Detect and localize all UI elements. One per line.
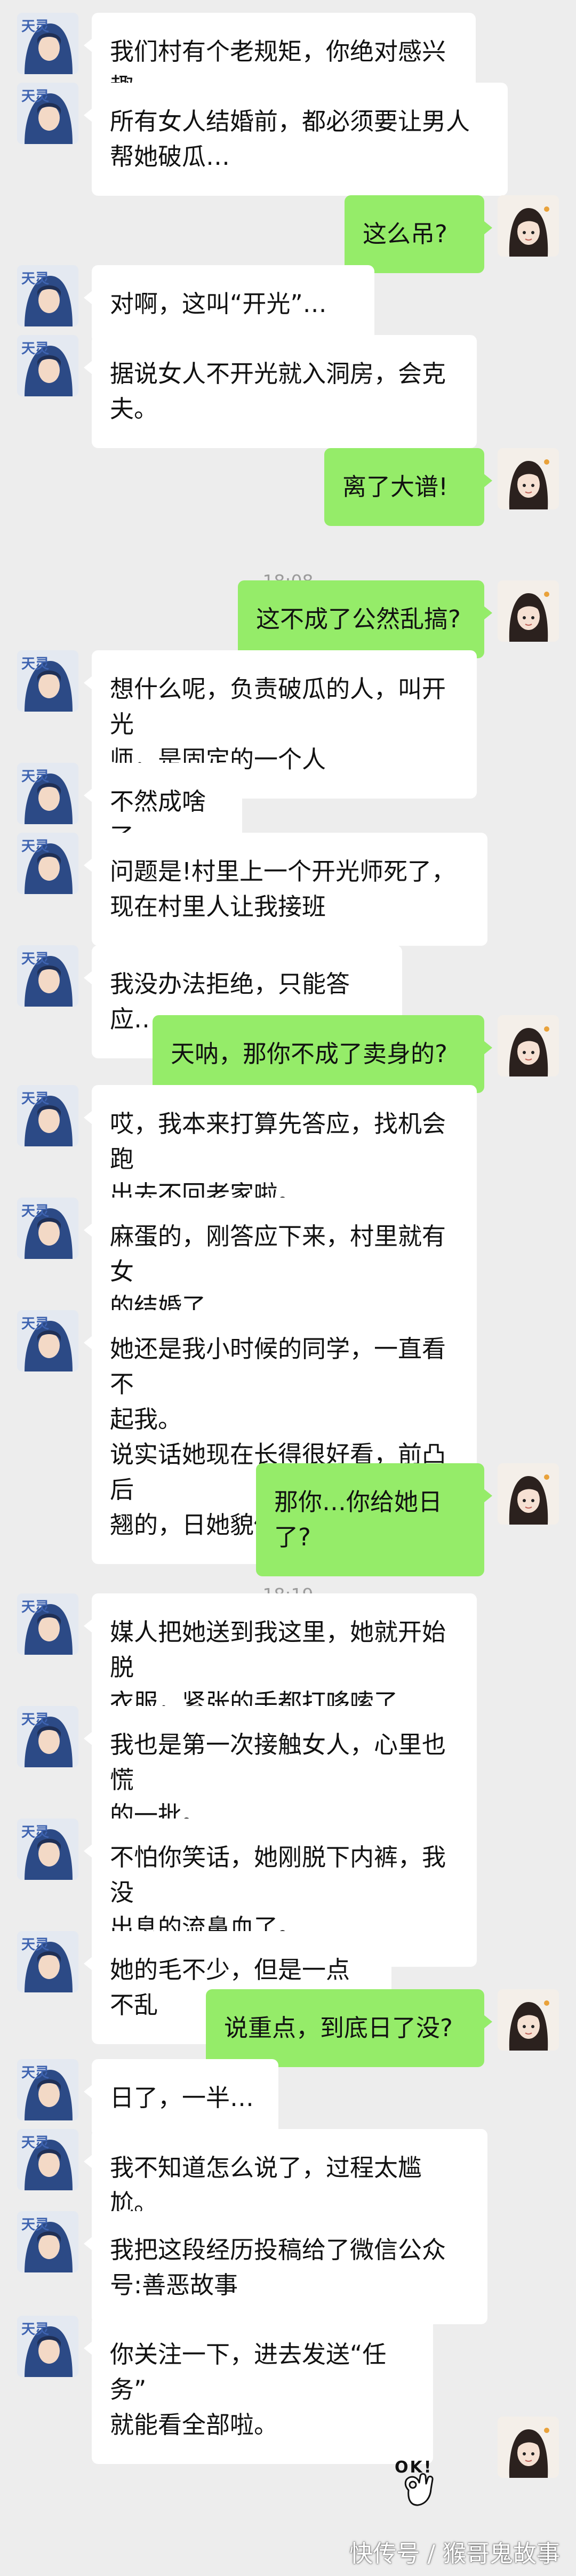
message-bubble[interactable]: 那你…你给她日了? [256,1463,492,1576]
self-avatar[interactable] [498,1989,559,2051]
svg-text:天灵: 天灵 [21,769,49,785]
svg-text:天灵: 天灵 [21,1824,49,1840]
contact-avatar[interactable]: 天灵 [17,1706,78,1767]
svg-text:天灵: 天灵 [21,1712,49,1728]
contact-avatar[interactable]: 天灵 [17,833,78,894]
svg-text:天灵: 天灵 [21,1937,49,1953]
contact-avatar[interactable]: 天灵 [17,2211,78,2272]
svg-text:天灵: 天灵 [21,839,49,855]
contact-avatar[interactable]: 天灵 [17,335,78,396]
contact-avatar[interactable]: 天灵 [17,945,78,1007]
watermark: 快传号 / 猴哥鬼故事 [349,2540,560,2567]
svg-text:天灵: 天灵 [21,19,49,35]
message-bubble[interactable]: 这不成了公然乱搞? [238,580,492,658]
svg-text:天灵: 天灵 [21,1316,49,1332]
message-bubble[interactable]: 日了，一半… [84,2059,278,2137]
contact-avatar[interactable]: 天灵 [17,763,78,824]
self-avatar[interactable] [498,448,559,509]
contact-avatar[interactable]: 天灵 [17,1310,78,1371]
contact-avatar[interactable]: 天灵 [17,1198,78,1259]
message-bubble[interactable]: 说重点，到底日了没? [206,1989,492,2067]
contact-avatar[interactable]: 天灵 [17,650,78,712]
message-bubble[interactable]: 问题是!村里上一个开光师死了， 现在村里人让我接班 [84,833,487,946]
ok-sticker-text: OK! [395,2458,433,2477]
self-avatar[interactable] [498,195,559,257]
message-bubble[interactable]: 对啊，这叫“开光”… [84,265,374,343]
self-avatar[interactable] [498,1463,559,1525]
svg-text:天灵: 天灵 [21,271,49,287]
svg-text:天灵: 天灵 [21,2135,49,2151]
message-bubble[interactable]: 据说女人不开光就入洞房，会克 夫。 [84,335,477,448]
message-bubble[interactable]: 我把这段经历投稿给了微信公众 号:善恶故事 [84,2211,487,2324]
contact-avatar[interactable]: 天灵 [17,1593,78,1655]
svg-text:天灵: 天灵 [21,1091,49,1107]
message-bubble[interactable]: 离了大谱! [324,448,492,526]
contact-avatar[interactable]: 天灵 [17,2129,78,2190]
contact-avatar[interactable]: 天灵 [17,2316,78,2377]
contact-avatar[interactable]: 天灵 [17,1085,78,1146]
message-bubble[interactable]: 所有女人结婚前，都必须要让男人 帮她破瓜… [84,83,508,196]
svg-text:天灵: 天灵 [21,1599,49,1615]
svg-text:天灵: 天灵 [21,1203,49,1219]
message-bubble[interactable]: 你关注一下，进去发送“任务” 就能看全部啦。 [84,2316,433,2464]
svg-text:天灵: 天灵 [21,656,49,672]
contact-avatar[interactable]: 天灵 [17,83,78,144]
svg-text:天灵: 天灵 [21,341,49,357]
ok-hand-sticker: OK! [383,2453,458,2517]
self-avatar[interactable] [498,2417,559,2478]
svg-text:天灵: 天灵 [21,2065,49,2081]
svg-text:天灵: 天灵 [21,951,49,967]
message-bubble[interactable]: 这么吊? [345,195,492,273]
chat-area[interactable]: 天灵我们村有个老规矩，你绝对感兴趣天灵所有女人结婚前，都必须要让男人 帮她破瓜…… [0,0,576,2576]
contact-avatar[interactable]: 天灵 [17,1819,78,1880]
contact-avatar[interactable]: 天灵 [17,1931,78,1992]
svg-text:天灵: 天灵 [21,89,49,105]
contact-avatar[interactable]: 天灵 [17,2059,78,2120]
svg-text:天灵: 天灵 [21,2217,49,2233]
contact-avatar[interactable]: 天灵 [17,13,78,74]
contact-avatar[interactable]: 天灵 [17,265,78,326]
self-avatar[interactable] [498,1015,559,1076]
self-avatar[interactable] [498,580,559,642]
message-bubble[interactable]: 天呐，那你不成了卖身的? [153,1015,492,1093]
svg-text:天灵: 天灵 [21,2322,49,2338]
